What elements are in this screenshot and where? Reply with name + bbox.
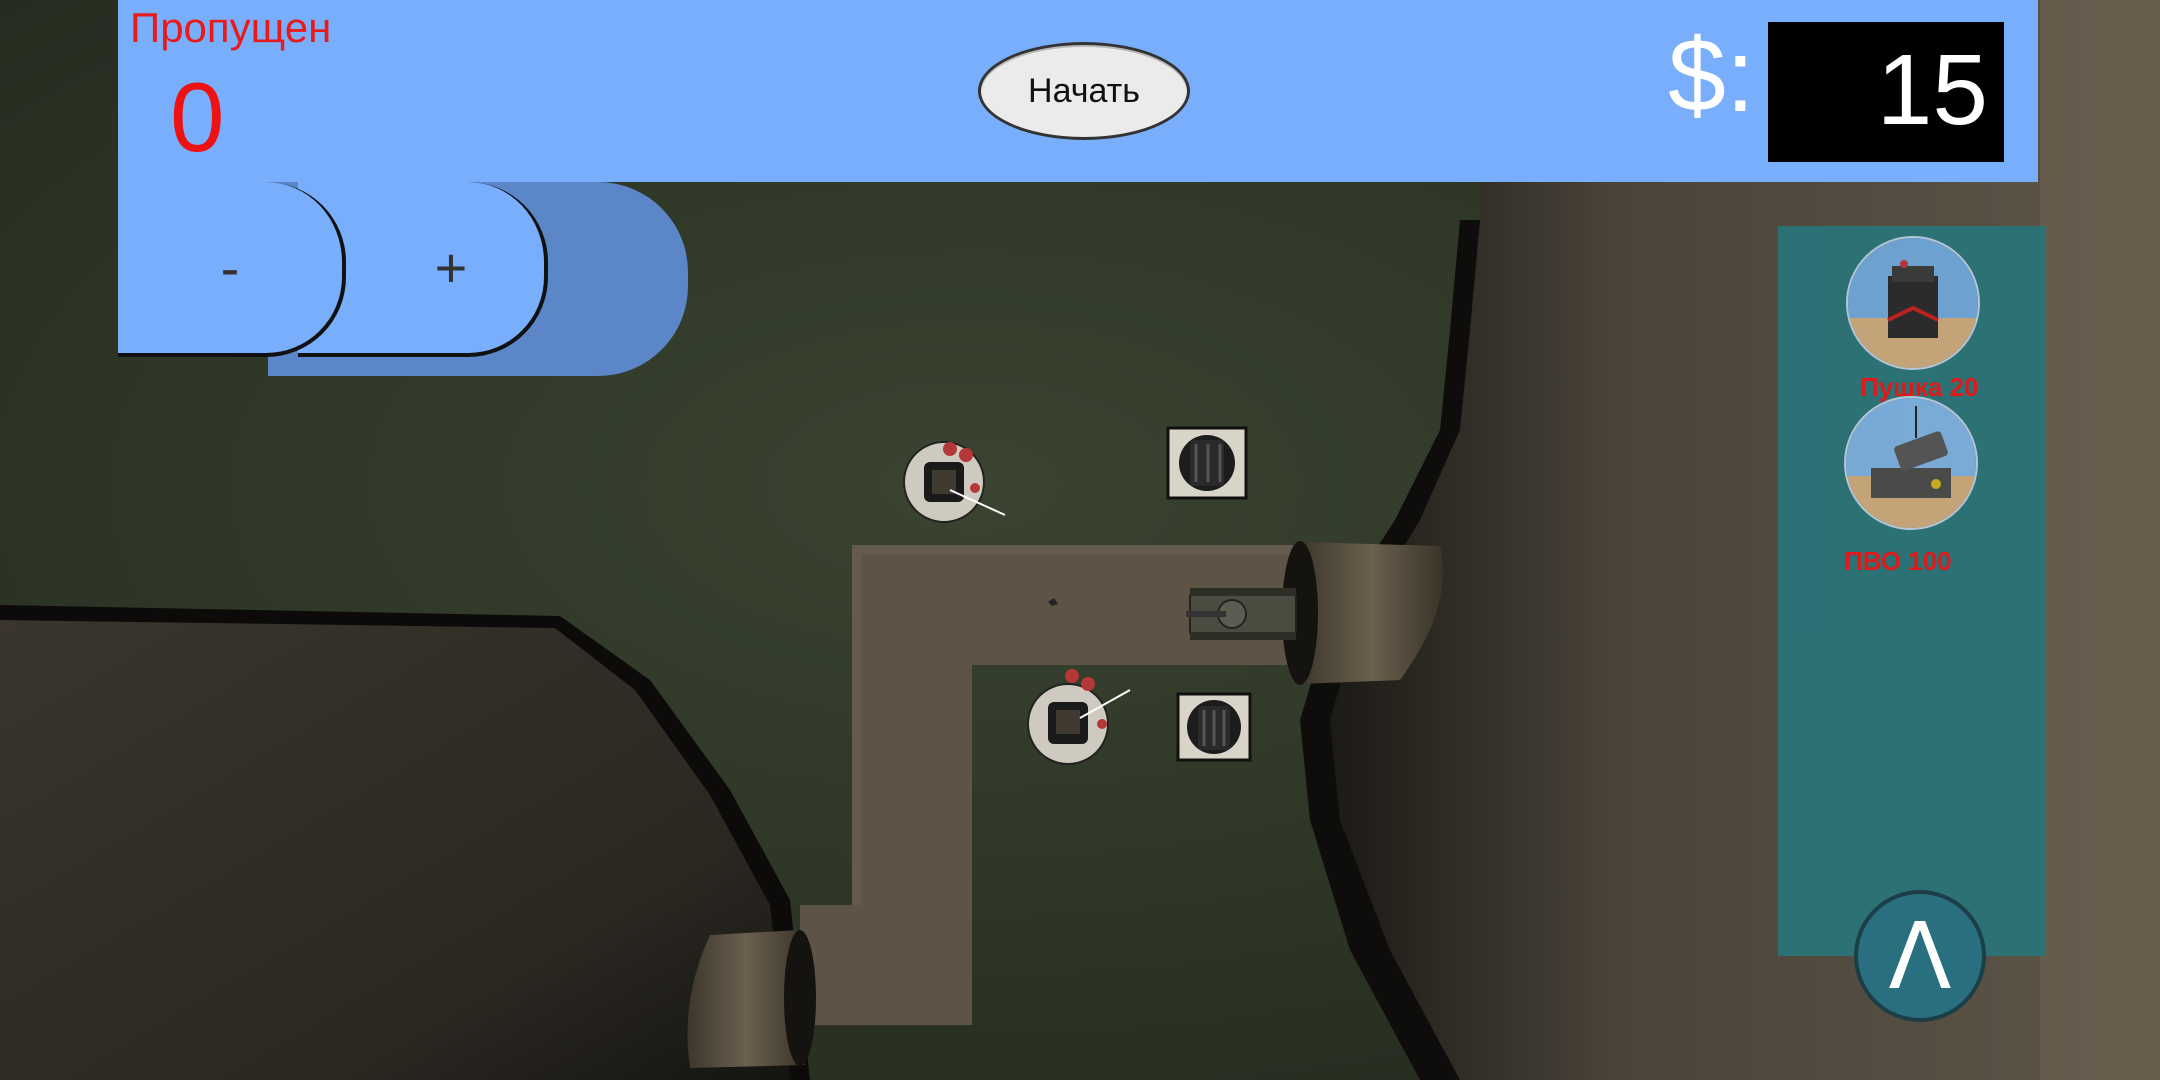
enemy-tank xyxy=(1186,588,1297,640)
top-hud-bar: Пропущен 0 Начать $: 15 xyxy=(118,0,2038,182)
exit-tunnel xyxy=(687,930,816,1068)
air-defense-icon xyxy=(1844,396,1978,530)
money-display: 15 xyxy=(1768,22,2004,162)
money-label: $: xyxy=(1668,18,1755,134)
zoom-out-button[interactable]: - xyxy=(118,182,346,357)
zoom-controls: + - xyxy=(118,182,688,376)
missed-label: Пропущен xyxy=(130,4,332,51)
shop-toggle-button[interactable]: Λ xyxy=(1854,890,1986,1022)
rock-far-right xyxy=(2040,0,2160,1080)
tower-shop-panel: Пушка 20 ПВО 100 xyxy=(1778,226,2046,956)
cannon-turret-icon xyxy=(1846,236,1980,370)
missed-counter: 0 xyxy=(170,62,225,172)
shop-item-cannon[interactable]: Пушка 20 xyxy=(1778,236,2046,402)
start-button[interactable]: Начать xyxy=(978,42,1190,140)
money-value: 15 xyxy=(1876,34,1988,146)
shop-item-air-defense-label: ПВО 100 xyxy=(1844,546,1952,576)
air-defense-tower[interactable] xyxy=(1176,692,1252,762)
shop-item-air-defense[interactable]: ПВО 100 xyxy=(1778,396,2046,576)
air-defense-tower[interactable] xyxy=(1166,426,1248,500)
